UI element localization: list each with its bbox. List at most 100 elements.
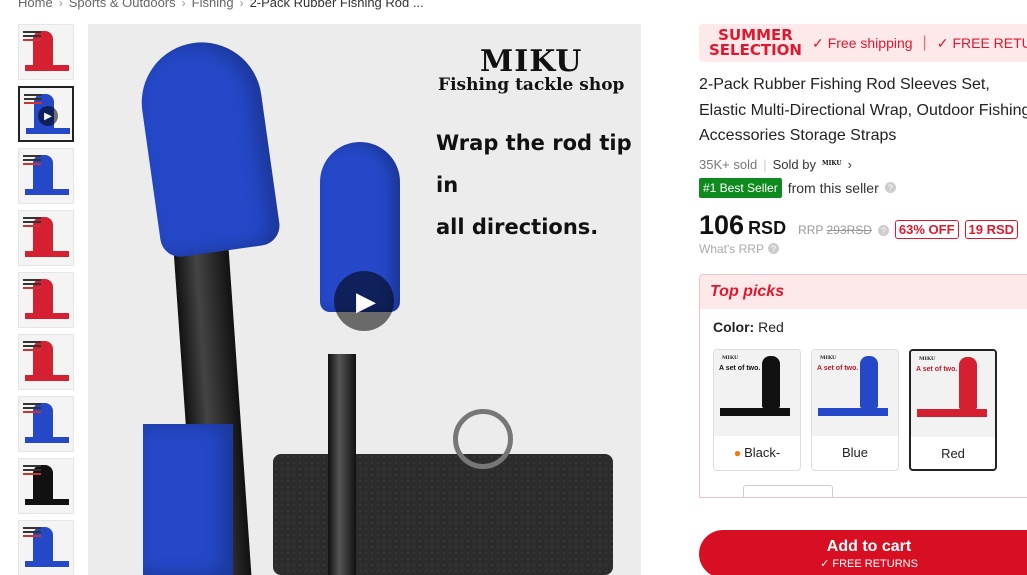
thumbnail[interactable] (18, 334, 74, 390)
add-to-cart-label: Add to cart (826, 538, 912, 555)
size-box[interactable] (743, 484, 833, 497)
rrp: RRP 293RSD (798, 222, 872, 237)
seller-logo[interactable]: MIKU (822, 161, 842, 167)
divider: | (763, 156, 767, 172)
thumbnail-strap (25, 375, 69, 381)
swatch-text: A set of two. (817, 364, 859, 372)
thumbnail-text (23, 465, 41, 467)
sleeve-graphic (133, 34, 283, 260)
color-option[interactable]: MIKU A set of two. Blue (811, 348, 899, 471)
thumbnail-strap (25, 313, 69, 319)
check-icon: ✓ (811, 34, 824, 51)
brand-name: MIKU (480, 44, 583, 79)
play-icon: ▶ (38, 106, 58, 126)
thumbnail-strap (25, 251, 69, 257)
chevron-right-icon: › (181, 0, 186, 10)
color-label: Color: Red (713, 318, 784, 335)
rod-guide-graphic (453, 409, 513, 469)
brand-subtitle: Fishing tackle shop (438, 75, 625, 95)
thumbnail-strap (26, 128, 70, 134)
thumbnail[interactable] (18, 210, 74, 266)
thumbnail-strap (25, 499, 69, 505)
info-icon[interactable]: ? (877, 225, 889, 236)
swatch-strap (720, 407, 790, 416)
cart-free-returns: ✓ FREE RETURNS (820, 558, 918, 570)
rrp-value: 293RSD (826, 222, 872, 237)
info-icon[interactable]: ? (884, 182, 896, 193)
swatch-brand: MIKU (919, 355, 936, 362)
discount-badge: 63% OFF (894, 219, 959, 239)
thumbnail-text (23, 403, 41, 405)
swatch-text: A set of two. (719, 364, 761, 372)
thumbnail-strap (25, 561, 69, 567)
free-returns: ✓ FREE RETURNS (936, 34, 1027, 52)
whats-rrp-link[interactable]: What's RRP ? (699, 242, 1027, 256)
swatch-text: A set of two. (916, 365, 958, 373)
color-option-label: Red (941, 446, 965, 461)
swatch-strap (818, 407, 888, 416)
flame-icon: ● (733, 445, 742, 460)
color-option-image: MIKU A set of two. (812, 349, 898, 436)
thumbnail[interactable] (18, 24, 74, 80)
best-seller-row: #1 Best Seller from this seller ? (699, 177, 1027, 198)
add-to-cart-button[interactable]: Add to cart ✓ FREE RETURNS (699, 530, 1027, 575)
color-option[interactable]: MIKU A set of two. Red (909, 348, 997, 471)
swatch-shape (959, 356, 977, 409)
product-info-panel: SUMMER SELECTION ✓ Free shipping | ✓ FRE… (699, 24, 1027, 498)
thumbnail[interactable] (18, 148, 74, 204)
swatch-shape (860, 355, 878, 408)
color-option[interactable]: MIKU A set of two. ● Black- (713, 348, 801, 471)
thumbnail-text (23, 279, 41, 281)
sold-count: 35K+ sold (699, 156, 758, 172)
thumbnail-text (23, 155, 41, 157)
promo-banner: SUMMER SELECTION ✓ Free shipping | ✓ FRE… (699, 24, 1027, 62)
color-options: MIKU A set of two. ● Black- MIKU A set of two… (700, 335, 1027, 471)
brand-logo: MIKU Fishing tackle shop (438, 44, 624, 95)
breadcrumb-sports[interactable]: Sports & Outdoors (69, 0, 176, 10)
thumbnail[interactable]: ▶ (18, 86, 74, 142)
best-seller-text: from this seller (787, 179, 879, 196)
main-product-image[interactable]: MIKU Fishing tackle shop Wrap the rod ti… (88, 24, 641, 575)
free-shipping: ✓ Free shipping (811, 34, 913, 52)
swatch-brand: MIKU (722, 354, 739, 361)
sales-seller-row: 35K+ sold | Sold by MIKU › (699, 157, 1027, 172)
size-row (700, 471, 1027, 497)
play-video-button[interactable]: ▶ (334, 271, 394, 331)
image-tagline: Wrap the rod tip in all directions. (436, 131, 632, 239)
check-icon: ✓ (820, 558, 830, 570)
color-option-label: Blue (841, 445, 869, 460)
rod-graphic (328, 354, 356, 575)
sleeve-graphic (143, 424, 233, 575)
price-currency: RSD (748, 217, 787, 238)
thumbnail-text (24, 94, 42, 96)
info-icon: ? (767, 243, 779, 254)
strap-graphic (273, 454, 613, 575)
thumbnail-list: ▶ (18, 24, 76, 575)
thumbnail[interactable] (18, 396, 74, 452)
swatch-brand: MIKU (820, 354, 837, 361)
product-title: 2-Pack Rubber Fishing Rod Sleeves Set, E… (699, 76, 1027, 144)
thumbnail-strap (25, 189, 69, 195)
color-option-image: MIKU A set of two. (714, 349, 800, 436)
breadcrumb-fishing[interactable]: Fishing (192, 0, 234, 10)
top-picks-panel: Top picks Color: Red MIKU A set of two. ● B… (699, 273, 1027, 498)
thumbnail[interactable] (18, 272, 74, 328)
thumbnail[interactable] (18, 458, 74, 514)
thumbnail-strap (25, 65, 69, 71)
play-icon: ▶ (356, 285, 376, 316)
breadcrumb: Home › Sports & Outdoors › Fishing › 2-P… (18, 0, 424, 10)
best-seller-badge: #1 Best Seller (699, 177, 782, 198)
check-icon: ✓ (936, 34, 949, 51)
summer-selection-label: SUMMER SELECTION (709, 26, 802, 59)
thumbnail-text (23, 341, 41, 343)
chevron-right-icon[interactable]: › (848, 157, 852, 172)
sold-by-label: Sold by (772, 156, 816, 172)
thumbnail-strap (25, 437, 69, 443)
thumbnail[interactable] (18, 520, 74, 575)
color-option-label: ● Black- (733, 445, 781, 460)
price-row: 106 RSD RRP 293RSD ? 63% OFF 19 RSD (699, 210, 1027, 241)
breadcrumb-home[interactable]: Home (18, 0, 53, 10)
chevron-right-icon: › (239, 0, 244, 10)
thumbnail-text (23, 31, 41, 33)
swatch-strap (917, 408, 987, 417)
